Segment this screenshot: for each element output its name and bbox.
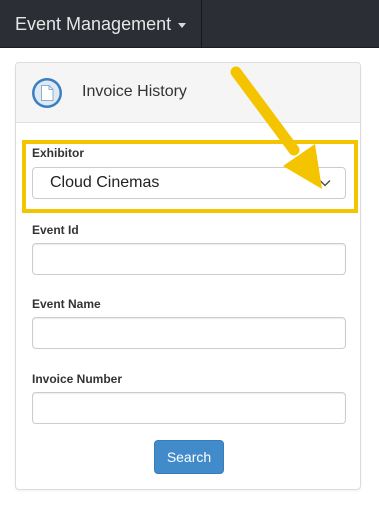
exhibitor-select[interactable]: Cloud Cinemas	[32, 167, 346, 199]
nav-brand-label: Event Management	[15, 13, 172, 34]
chevron-down-icon	[319, 180, 331, 187]
event-management-menu[interactable]: Event Management	[0, 0, 202, 48]
caret-down-icon	[178, 22, 187, 28]
search-button[interactable]: Search	[154, 440, 224, 474]
panel-heading: Invoice History	[16, 63, 360, 123]
event-id-input[interactable]	[32, 243, 346, 275]
top-navbar: Event Management	[0, 0, 379, 48]
invoice-history-panel: Invoice History Exhibitor Cloud Cinemas …	[15, 62, 361, 490]
panel-title: Invoice History	[82, 83, 187, 100]
event-name-label: Event Name	[32, 297, 101, 311]
exhibitor-selected-value: Cloud Cinemas	[50, 174, 160, 191]
invoice-number-label: Invoice Number	[32, 372, 123, 386]
document-icon	[32, 78, 62, 108]
event-id-label: Event Id	[32, 223, 79, 237]
invoice-number-input[interactable]	[32, 392, 346, 424]
event-name-input[interactable]	[32, 317, 346, 349]
exhibitor-label: Exhibitor	[32, 146, 85, 160]
